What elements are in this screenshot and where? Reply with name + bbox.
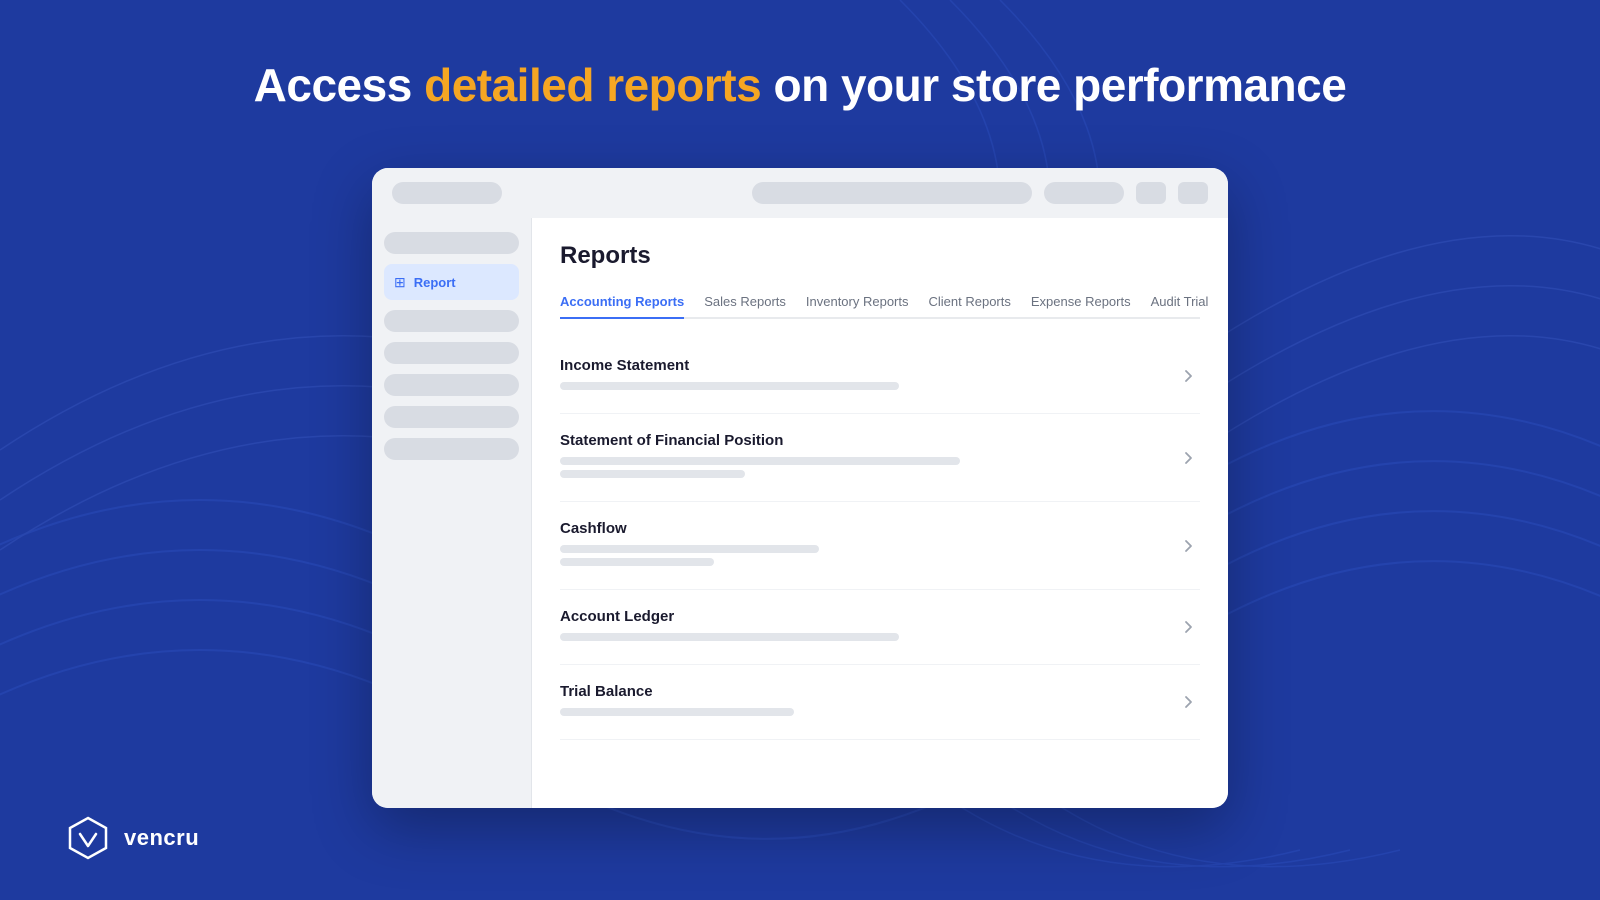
sidebar-placeholder-4 bbox=[384, 374, 519, 396]
report-item-ledger-content: Account Ledger bbox=[560, 608, 1176, 646]
ledger-desc-line-1 bbox=[560, 633, 899, 641]
cashflow-desc-line-1 bbox=[560, 545, 819, 553]
sidebar-placeholder-6 bbox=[384, 438, 519, 460]
report-item-account-ledger[interactable]: Account Ledger bbox=[560, 590, 1200, 665]
trial-balance-chevron bbox=[1176, 690, 1200, 714]
sidebar-placeholder-2 bbox=[384, 310, 519, 332]
report-item-income-statement[interactable]: Income Statement bbox=[560, 339, 1200, 414]
sidebar-item-report-label: Report bbox=[414, 275, 456, 290]
income-desc-line-1 bbox=[560, 382, 899, 390]
report-item-financial-position[interactable]: Statement of Financial Position bbox=[560, 414, 1200, 502]
trial-balance-title: Trial Balance bbox=[560, 683, 1176, 700]
tab-accounting-reports[interactable]: Accounting Reports bbox=[560, 286, 684, 319]
content-area: ⊞ Report Reports Accounting Reports Sale… bbox=[372, 218, 1228, 808]
tab-sales-reports[interactable]: Sales Reports bbox=[704, 286, 786, 319]
top-bar-logo-placeholder bbox=[392, 182, 502, 204]
sidebar-placeholder-3 bbox=[384, 342, 519, 364]
top-bar-search-placeholder bbox=[752, 182, 1032, 204]
top-bar-icon-2 bbox=[1178, 182, 1208, 204]
income-statement-title: Income Statement bbox=[560, 357, 1176, 374]
top-bar bbox=[372, 168, 1228, 218]
financial-desc-line-1 bbox=[560, 457, 960, 465]
report-item-trial-balance[interactable]: Trial Balance bbox=[560, 665, 1200, 740]
top-bar-btn-placeholder bbox=[1044, 182, 1124, 204]
tabs-bar: Accounting Reports Sales Reports Invento… bbox=[560, 286, 1200, 319]
page-title: Reports bbox=[560, 242, 1200, 270]
tab-audit-trial[interactable]: Audit Trial bbox=[1151, 286, 1209, 319]
vencru-logo-icon bbox=[64, 814, 112, 862]
cashflow-desc-line-2 bbox=[560, 558, 714, 566]
sidebar-placeholder-1 bbox=[384, 232, 519, 254]
tab-client-reports[interactable]: Client Reports bbox=[929, 286, 1011, 319]
trial-desc-line-1 bbox=[560, 708, 794, 716]
vencru-logo-text: vencru bbox=[124, 825, 199, 851]
report-item-cashflow-content: Cashflow bbox=[560, 520, 1176, 571]
sidebar-placeholder-5 bbox=[384, 406, 519, 428]
financial-position-title: Statement of Financial Position bbox=[560, 432, 1176, 449]
cashflow-chevron bbox=[1176, 534, 1200, 558]
top-bar-icon-1 bbox=[1136, 182, 1166, 204]
report-item-cashflow[interactable]: Cashflow bbox=[560, 502, 1200, 590]
vencru-logo: vencru bbox=[64, 814, 199, 862]
report-list: Income Statement Statement of Financial … bbox=[560, 339, 1200, 740]
account-ledger-chevron bbox=[1176, 615, 1200, 639]
financial-position-chevron bbox=[1176, 446, 1200, 470]
ui-card: ⊞ Report Reports Accounting Reports Sale… bbox=[372, 168, 1228, 808]
income-statement-chevron bbox=[1176, 364, 1200, 388]
report-item-trial-content: Trial Balance bbox=[560, 683, 1176, 721]
report-item-income-content: Income Statement bbox=[560, 357, 1176, 395]
tab-inventory-reports[interactable]: Inventory Reports bbox=[806, 286, 909, 319]
cashflow-title: Cashflow bbox=[560, 520, 1176, 537]
account-ledger-title: Account Ledger bbox=[560, 608, 1176, 625]
sidebar-item-report[interactable]: ⊞ Report bbox=[384, 264, 519, 300]
hero-heading: Access detailed reports on your store pe… bbox=[0, 58, 1600, 112]
financial-desc-line-2 bbox=[560, 470, 745, 478]
sidebar: ⊞ Report bbox=[372, 218, 532, 808]
main-panel: Reports Accounting Reports Sales Reports… bbox=[532, 218, 1228, 808]
report-icon: ⊞ bbox=[394, 274, 406, 291]
report-item-financial-content: Statement of Financial Position bbox=[560, 432, 1176, 483]
tab-expense-reports[interactable]: Expense Reports bbox=[1031, 286, 1131, 319]
